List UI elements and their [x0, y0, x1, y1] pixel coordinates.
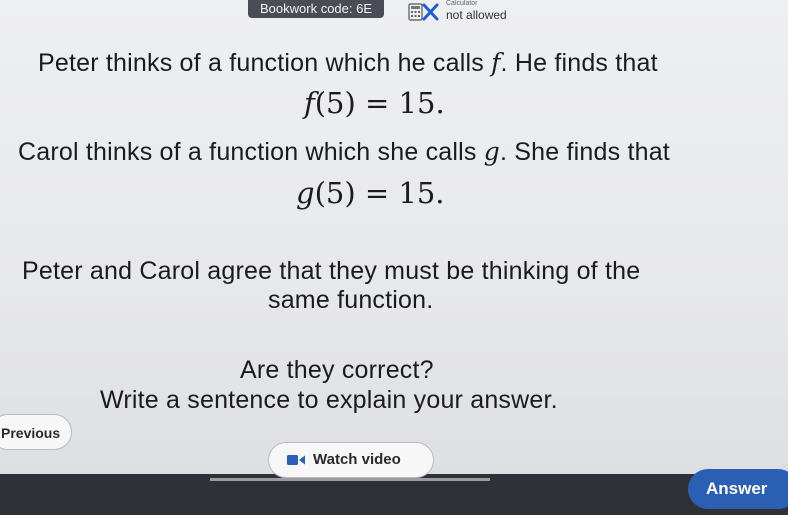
calculator-status: not allowed — [446, 8, 507, 22]
question-page: Bookwork code: 6E Calculator not allowed… — [0, 0, 788, 515]
equation-f-rest: (5) = 15. — [314, 86, 445, 120]
question-line-1-end: . He finds that — [500, 49, 658, 77]
answer-button[interactable]: Answer — [688, 469, 788, 509]
function-name-f: f — [491, 48, 501, 77]
bookwork-code-badge: Bookwork code: 6E — [248, 0, 385, 18]
question-line-2-end: . She finds that — [499, 138, 670, 166]
calculator-crossed-icon — [408, 3, 439, 21]
question-line-5: Are they correct? — [240, 356, 434, 384]
question-line-3: Peter and Carol agree that they must be … — [22, 257, 641, 285]
previous-button[interactable]: Previous — [0, 414, 72, 450]
calculator-caption: Calculator — [446, 0, 478, 7]
equation-f-fn: f — [304, 86, 315, 120]
equation-g: g(5) = 15. — [296, 176, 445, 210]
equation-g-fn: g — [296, 176, 315, 210]
video-camera-icon — [287, 455, 305, 465]
question-line-4: same function. — [268, 286, 434, 314]
question-line-2: Carol thinks of a function which she cal… — [18, 137, 670, 167]
bottom-divider — [210, 478, 490, 481]
watch-video-label: Watch video — [313, 451, 401, 468]
function-name-g: g — [483, 137, 500, 166]
question-line-1-text: Peter thinks of a function which he call… — [38, 49, 492, 77]
question-line-2-text: Carol thinks of a function which she cal… — [18, 138, 484, 166]
question-line-1: Peter thinks of a function which he call… — [38, 48, 658, 78]
equation-g-rest: (5) = 15. — [314, 176, 445, 210]
watch-video-button[interactable]: Watch video — [268, 442, 434, 478]
question-line-6: Write a sentence to explain your answer. — [100, 386, 558, 414]
equation-f: f(5) = 15. — [304, 86, 445, 120]
